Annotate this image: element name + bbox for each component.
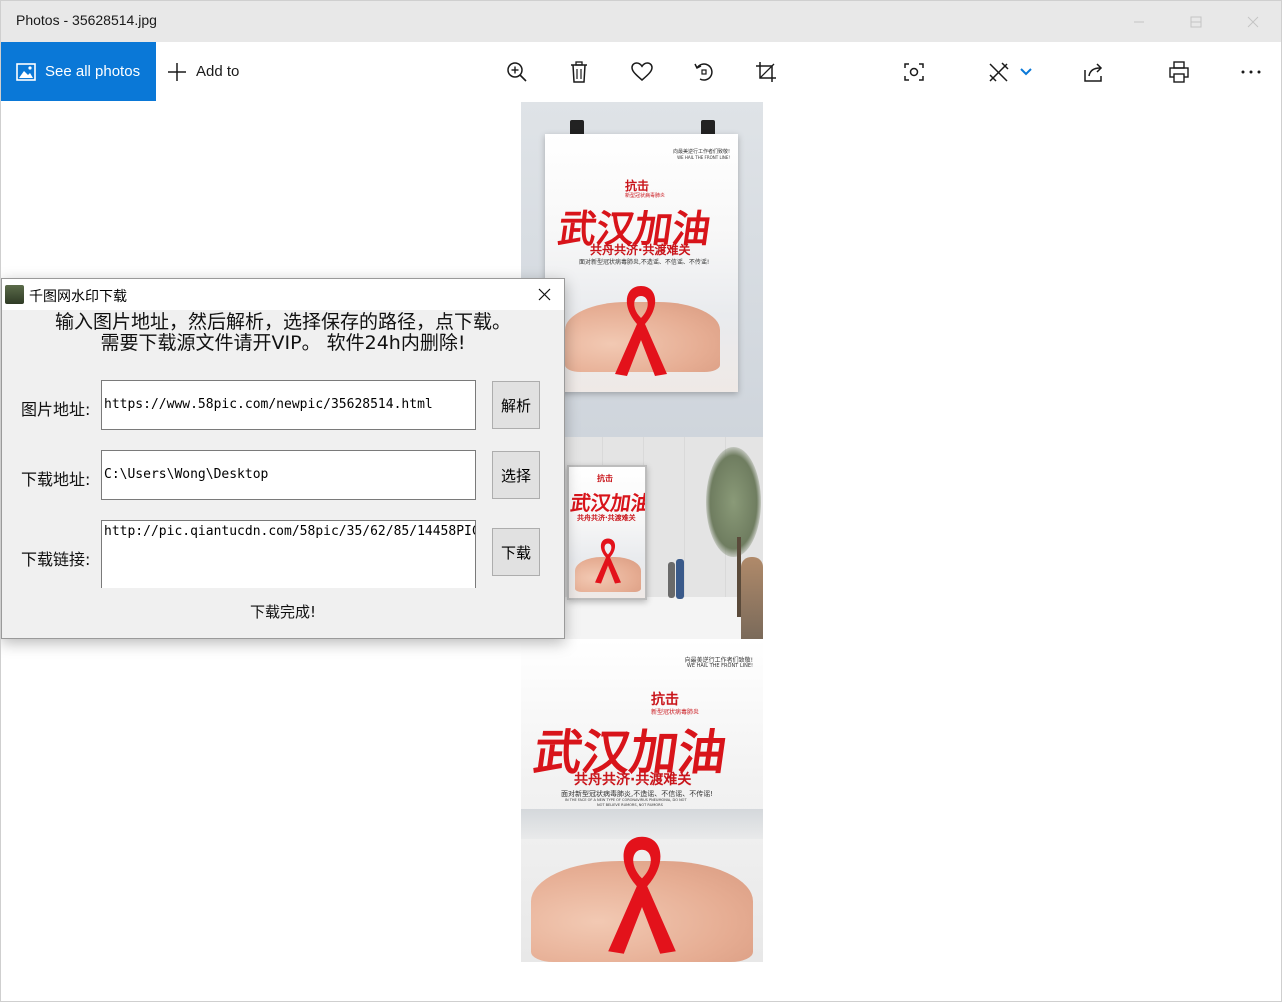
trash-icon <box>571 60 587 83</box>
more-button[interactable] <box>1231 42 1271 101</box>
poster-small-headline: 武汉加油 <box>569 491 647 515</box>
download-link-textarea[interactable]: http://pic.qiantucdn.com/58pic/35/62/85/… <box>101 520 476 588</box>
poster-subline: 共舟共济·共渡难关 <box>590 243 691 257</box>
dialog-title: 千图网水印下载 <box>29 289 127 305</box>
share-button[interactable] <box>1074 42 1114 101</box>
download-path-input[interactable]: C:\Users\Wong\Desktop <box>101 450 476 500</box>
parse-button[interactable]: 解析 <box>492 381 540 429</box>
download-button[interactable]: 下载 <box>492 528 540 576</box>
favorite-button[interactable] <box>622 42 662 101</box>
edit-dropdown-button[interactable] <box>1008 42 1044 101</box>
image-url-label: 图片地址: <box>21 400 91 419</box>
dialog-close-button[interactable] <box>524 279 564 310</box>
pedestrian <box>668 562 675 598</box>
delete-button[interactable] <box>559 42 599 101</box>
photos-app-window: Photos - 35628514.jpg See all photos Add… <box>0 0 1282 1002</box>
poster-small-fight: 抗击 <box>597 474 613 483</box>
lens-button[interactable] <box>894 42 934 101</box>
poster-full-subline: 共舟共济·共渡难关 <box>574 772 692 788</box>
image-url-input[interactable]: https://www.58pic.com/newpic/35628514.ht… <box>101 380 476 430</box>
choose-button[interactable]: 选择 <box>492 451 540 499</box>
status-text: 下载完成! <box>249 603 316 621</box>
red-ribbon-icon-full <box>608 836 676 954</box>
minimize-button-2[interactable] <box>1110 1 1167 42</box>
see-all-photos-button[interactable]: See all photos <box>1 42 156 101</box>
watermark-download-dialog: 千图网水印下载 输入图片地址，然后解析，选择保存的路径，点下载。 需要下载源文件… <box>1 278 565 639</box>
poster-full-fight: 抗击 <box>651 692 679 708</box>
see-all-photos-label: See all photos <box>45 63 141 80</box>
more-icon <box>1241 70 1261 73</box>
crop-icon <box>756 61 776 82</box>
toolbar: See all photos Add to <box>1 42 1281 101</box>
poster: 向最美逆行工作者们致敬! WE HAIL THE FRONT LINE! 抗击 … <box>545 134 738 392</box>
tree <box>706 447 761 557</box>
poster-tribute-en: WE HAIL THE FRONT LINE! <box>677 155 730 160</box>
poster-full: 向最美逆行工作者们致敬! WE HAIL THE FRONT LINE! 抗击 … <box>521 639 763 962</box>
instruction-line-1: 输入图片地址，然后解析，选择保存的路径，点下载。 <box>54 311 511 333</box>
heart-icon <box>631 61 653 81</box>
pedestrian-foreground <box>741 557 763 639</box>
add-to-button[interactable]: Add to <box>167 42 239 101</box>
window-title: Photos - 35628514.jpg <box>16 12 157 28</box>
rotate-button[interactable] <box>684 42 724 101</box>
instruction-text: 输入图片地址，然后解析，选择保存的路径，点下载。 需要下载源文件请开VIP。 软… <box>2 312 564 354</box>
add-to-label: Add to <box>196 63 240 80</box>
title-bar: Photos - 35628514.jpg <box>1 1 1281 42</box>
poster-small: 抗击 武汉加油 共舟共济·共渡难关 <box>567 465 647 600</box>
app-icon <box>5 285 24 304</box>
close-icon <box>1247 16 1258 27</box>
rotate-icon <box>694 62 713 81</box>
maximize-icon <box>1190 16 1201 27</box>
download-path-label: 下载地址: <box>21 470 91 489</box>
print-icon <box>1169 60 1189 83</box>
pedestrian <box>676 559 684 599</box>
zoom-button[interactable] <box>497 42 537 101</box>
instruction-line-2: 需要下载源文件请开VIP。 软件24h内删除! <box>100 332 466 354</box>
red-ribbon-icon-small <box>595 538 621 584</box>
poster-small-subline: 共舟共济·共渡难关 <box>577 514 636 522</box>
lens-icon <box>904 62 924 81</box>
dialog-title-bar: 千图网水印下载 <box>2 279 564 310</box>
poster-tagline: 面对新型冠状病毒肺炎,不造谣、不信谣、不传谣! <box>579 259 710 266</box>
minimize-icon-2 <box>1133 21 1144 22</box>
poster-tribute-text: 向最美逆行工作者们致敬! <box>672 149 730 155</box>
crop-button[interactable] <box>746 42 786 101</box>
close-window-button[interactable] <box>1224 1 1281 42</box>
download-link-label: 下载链接: <box>21 550 91 569</box>
photos-icon <box>16 62 36 81</box>
poster-full-en-1: IN THE FACE OF A NEW TYPE OF CORONAVIRUS… <box>565 798 687 802</box>
chevron-down-icon <box>1020 67 1032 75</box>
zoom-in-icon <box>507 61 527 82</box>
plus-icon <box>168 62 186 81</box>
red-ribbon-icon <box>615 286 667 376</box>
share-icon <box>1084 62 1103 82</box>
close-icon <box>538 288 550 301</box>
poster-full-en-2: NOT BELIEVE RUMORS, NOT RUMORS <box>597 803 663 807</box>
print-button[interactable] <box>1159 42 1199 101</box>
maximize-button[interactable] <box>1167 1 1224 42</box>
poster-full-tribute-en: WE HAIL THE FRONT LINE! <box>686 663 753 669</box>
